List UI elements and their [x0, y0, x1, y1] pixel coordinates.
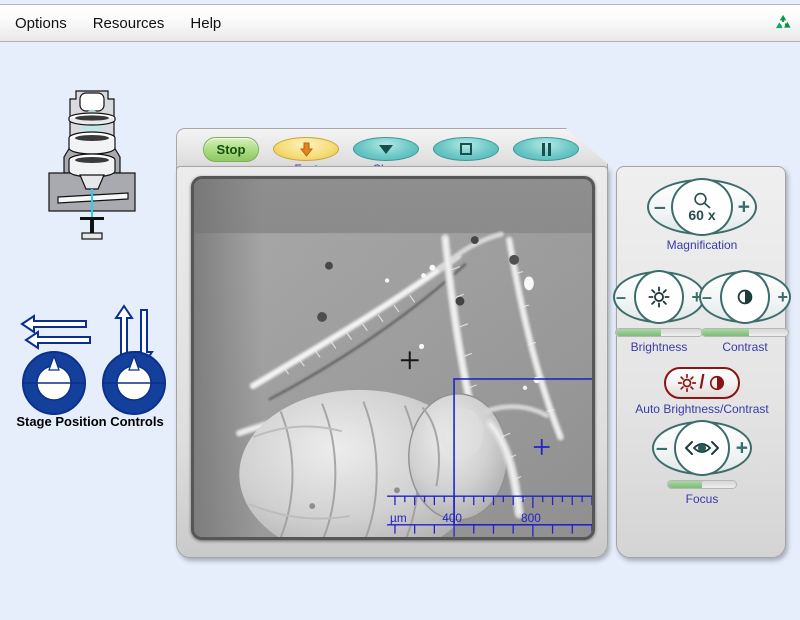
- focus-minus-button[interactable]: –: [656, 438, 668, 459]
- slow-button[interactable]: [353, 137, 419, 161]
- magnification-minus-button[interactable]: –: [654, 197, 666, 218]
- auto-brightness-contrast-control: / Auto Brightness/Contrast: [617, 367, 787, 416]
- magnification-plus-button[interactable]: +: [738, 197, 750, 218]
- slash-divider: /: [699, 372, 705, 393]
- contrast-control: – + Contrast: [660, 270, 800, 354]
- menu-bar: Options Resources Help: [0, 4, 800, 42]
- auto-brightness-contrast-label: Auto Brightness/Contrast: [635, 402, 769, 416]
- magnification-readout: 60 x: [671, 178, 733, 236]
- vertical-stage-knob: [102, 351, 166, 415]
- focus-eye-icon: [685, 441, 719, 455]
- focus-control: – + Focus: [617, 420, 787, 506]
- magnification-control: 60 x – + Magnification: [617, 178, 787, 252]
- focus-plus-button[interactable]: +: [736, 438, 748, 459]
- contrast-plus-button[interactable]: +: [777, 288, 788, 306]
- half-circle-icon-red: [709, 375, 724, 391]
- stop-button[interactable]: Stop: [203, 137, 259, 162]
- triangle-down-icon: [379, 144, 393, 154]
- arrow-down-icon: [299, 142, 313, 157]
- stop-button-label: Stop: [216, 142, 246, 157]
- contrast-slider-fill: [702, 329, 750, 336]
- sun-icon-red: [678, 373, 697, 393]
- scale-tick-800: 800: [521, 511, 541, 525]
- magnification-value: 60 x: [688, 207, 716, 223]
- menu-item-resources[interactable]: Resources: [82, 12, 176, 35]
- specimen-viewport[interactable]: µm 400 800 1200: [191, 176, 595, 540]
- recycle-icon[interactable]: [772, 12, 794, 34]
- focus-slider-fill: [668, 481, 702, 488]
- brightness-minus-button[interactable]: –: [616, 288, 626, 306]
- specimen-image: µm 400 800 1200: [194, 179, 592, 537]
- menu-item-options[interactable]: Options: [4, 12, 78, 35]
- stage-position-controls-label: Stage Position Controls: [16, 414, 164, 429]
- contrast-minus-button[interactable]: –: [702, 288, 712, 306]
- viewer-panel: µm 400 800 1200: [176, 166, 608, 558]
- stop-record-button[interactable]: [433, 137, 499, 161]
- scale-tick-400: 400: [442, 511, 462, 525]
- microscope-diagram: [48, 90, 136, 240]
- menu-item-help[interactable]: Help: [179, 12, 232, 35]
- pause-button[interactable]: [513, 137, 579, 161]
- auto-brightness-contrast-button[interactable]: /: [664, 367, 740, 399]
- fast-button[interactable]: [273, 137, 339, 161]
- focus-label: Focus: [685, 492, 719, 506]
- horizontal-stage-knob: [22, 351, 86, 415]
- contrast-slider[interactable]: [701, 328, 789, 337]
- contrast-label: Contrast: [722, 340, 768, 354]
- square-icon: [460, 143, 472, 155]
- magnification-label: Magnification: [666, 238, 738, 252]
- focus-slider[interactable]: [667, 480, 737, 489]
- brightness-slider-fill: [616, 329, 661, 336]
- control-panel: 60 x – + Magnification – + Brightness – …: [613, 166, 791, 558]
- pause-icon: [541, 142, 551, 156]
- half-circle-icon: [737, 289, 753, 305]
- scale-unit-label: µm: [390, 511, 407, 525]
